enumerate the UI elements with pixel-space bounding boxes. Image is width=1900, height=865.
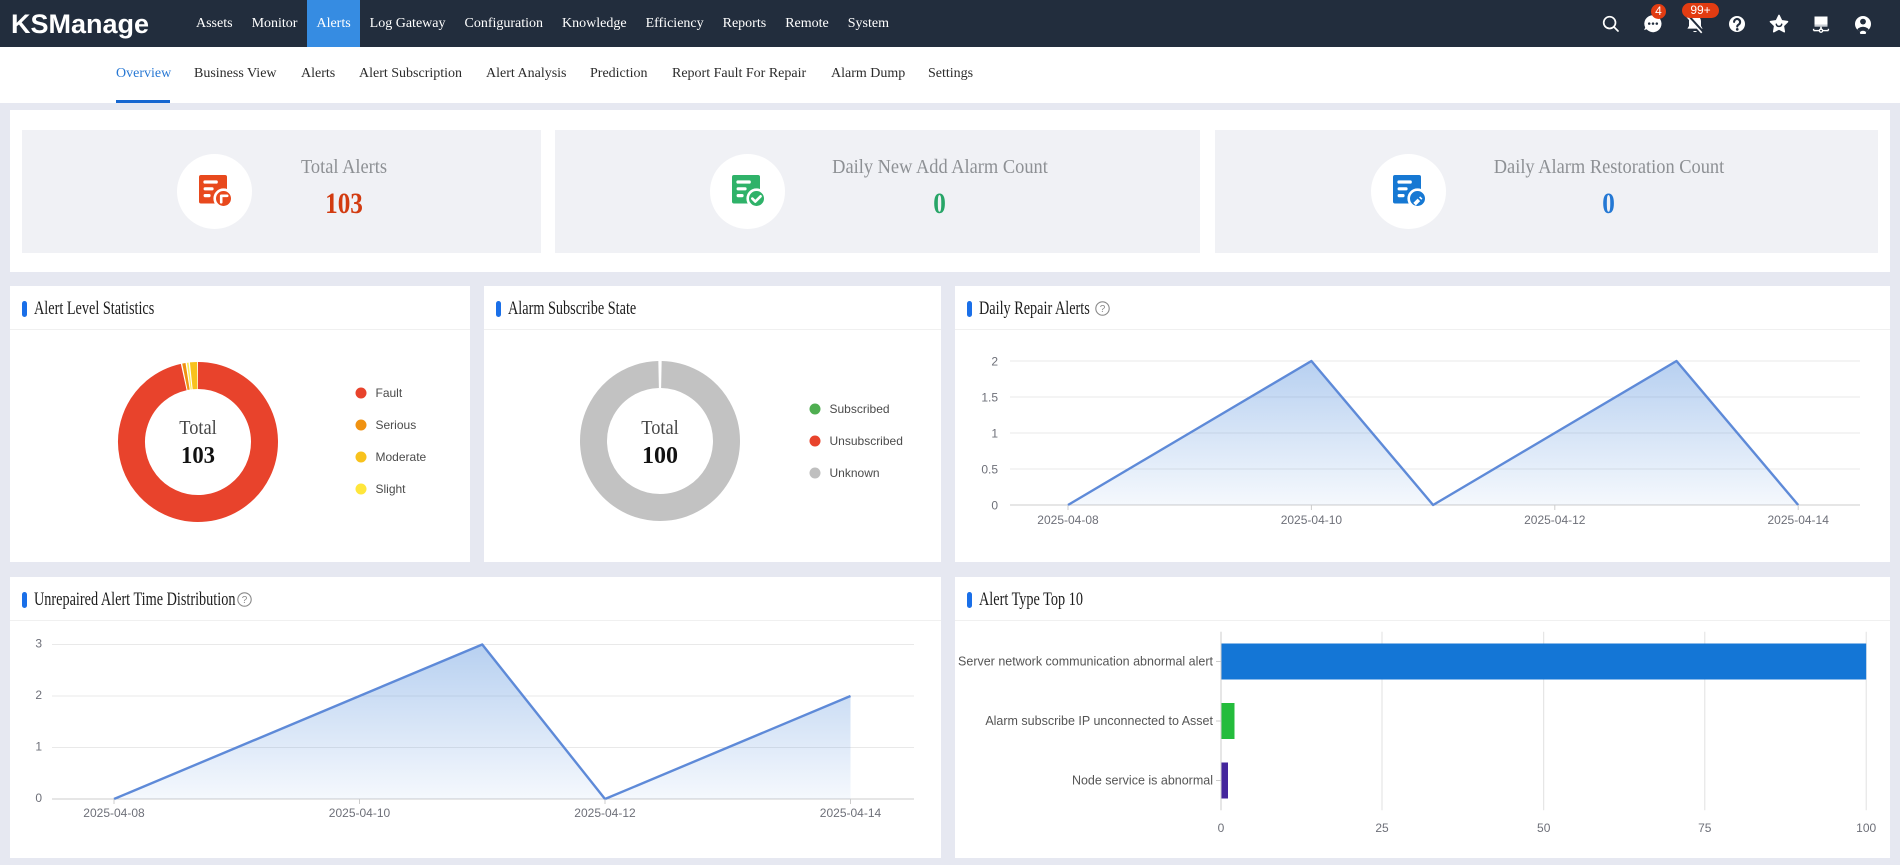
svg-text:Total: Total (641, 417, 679, 439)
svg-text:Node service is abnormal: Node service is abnormal (1072, 774, 1213, 788)
svg-text:2025-04-10: 2025-04-10 (329, 806, 391, 820)
svg-text:?: ? (242, 595, 248, 606)
svg-text:Subscribed: Subscribed (830, 402, 890, 416)
svg-text:0.5: 0.5 (981, 463, 998, 477)
svg-text:50: 50 (1537, 821, 1551, 835)
svg-text:Moderate: Moderate (376, 450, 427, 464)
svg-text:2025-04-08: 2025-04-08 (83, 806, 145, 820)
svg-text:2: 2 (35, 688, 42, 702)
svg-text:Serious: Serious (376, 418, 417, 432)
svg-text:Server network communication a: Server network communication abnormal al… (958, 655, 1213, 669)
svg-text:2025-04-10: 2025-04-10 (1281, 513, 1343, 527)
svg-text:Alarm subscribe IP unconnected: Alarm subscribe IP unconnected to Asset (985, 714, 1213, 728)
svg-text:2025-04-14: 2025-04-14 (820, 806, 882, 820)
svg-text:103: 103 (181, 443, 215, 469)
svg-text:2025-04-08: 2025-04-08 (1037, 513, 1099, 527)
svg-text:Unknown: Unknown (830, 466, 880, 480)
svg-text:25: 25 (1375, 821, 1389, 835)
svg-text:Slight: Slight (376, 482, 407, 496)
svg-text:1.5: 1.5 (981, 391, 998, 405)
svg-text:100: 100 (642, 443, 678, 469)
svg-text:0: 0 (991, 499, 998, 513)
svg-text:2025-04-12: 2025-04-12 (574, 806, 636, 820)
svg-text:Fault: Fault (376, 386, 403, 400)
svg-text:2025-04-12: 2025-04-12 (1524, 513, 1586, 527)
svg-text:1: 1 (991, 427, 998, 441)
svg-text:Total: Total (179, 417, 217, 439)
svg-text:100: 100 (1856, 821, 1876, 835)
svg-text:0: 0 (1218, 821, 1225, 835)
svg-text:0: 0 (35, 791, 42, 805)
svg-text:Unsubscribed: Unsubscribed (830, 434, 903, 448)
svg-text:1: 1 (35, 740, 42, 754)
svg-text:2025-04-14: 2025-04-14 (1768, 513, 1830, 527)
svg-text:75: 75 (1698, 821, 1712, 835)
svg-text:?: ? (1100, 304, 1106, 315)
svg-text:3: 3 (35, 637, 42, 651)
svg-text:2: 2 (991, 355, 998, 369)
